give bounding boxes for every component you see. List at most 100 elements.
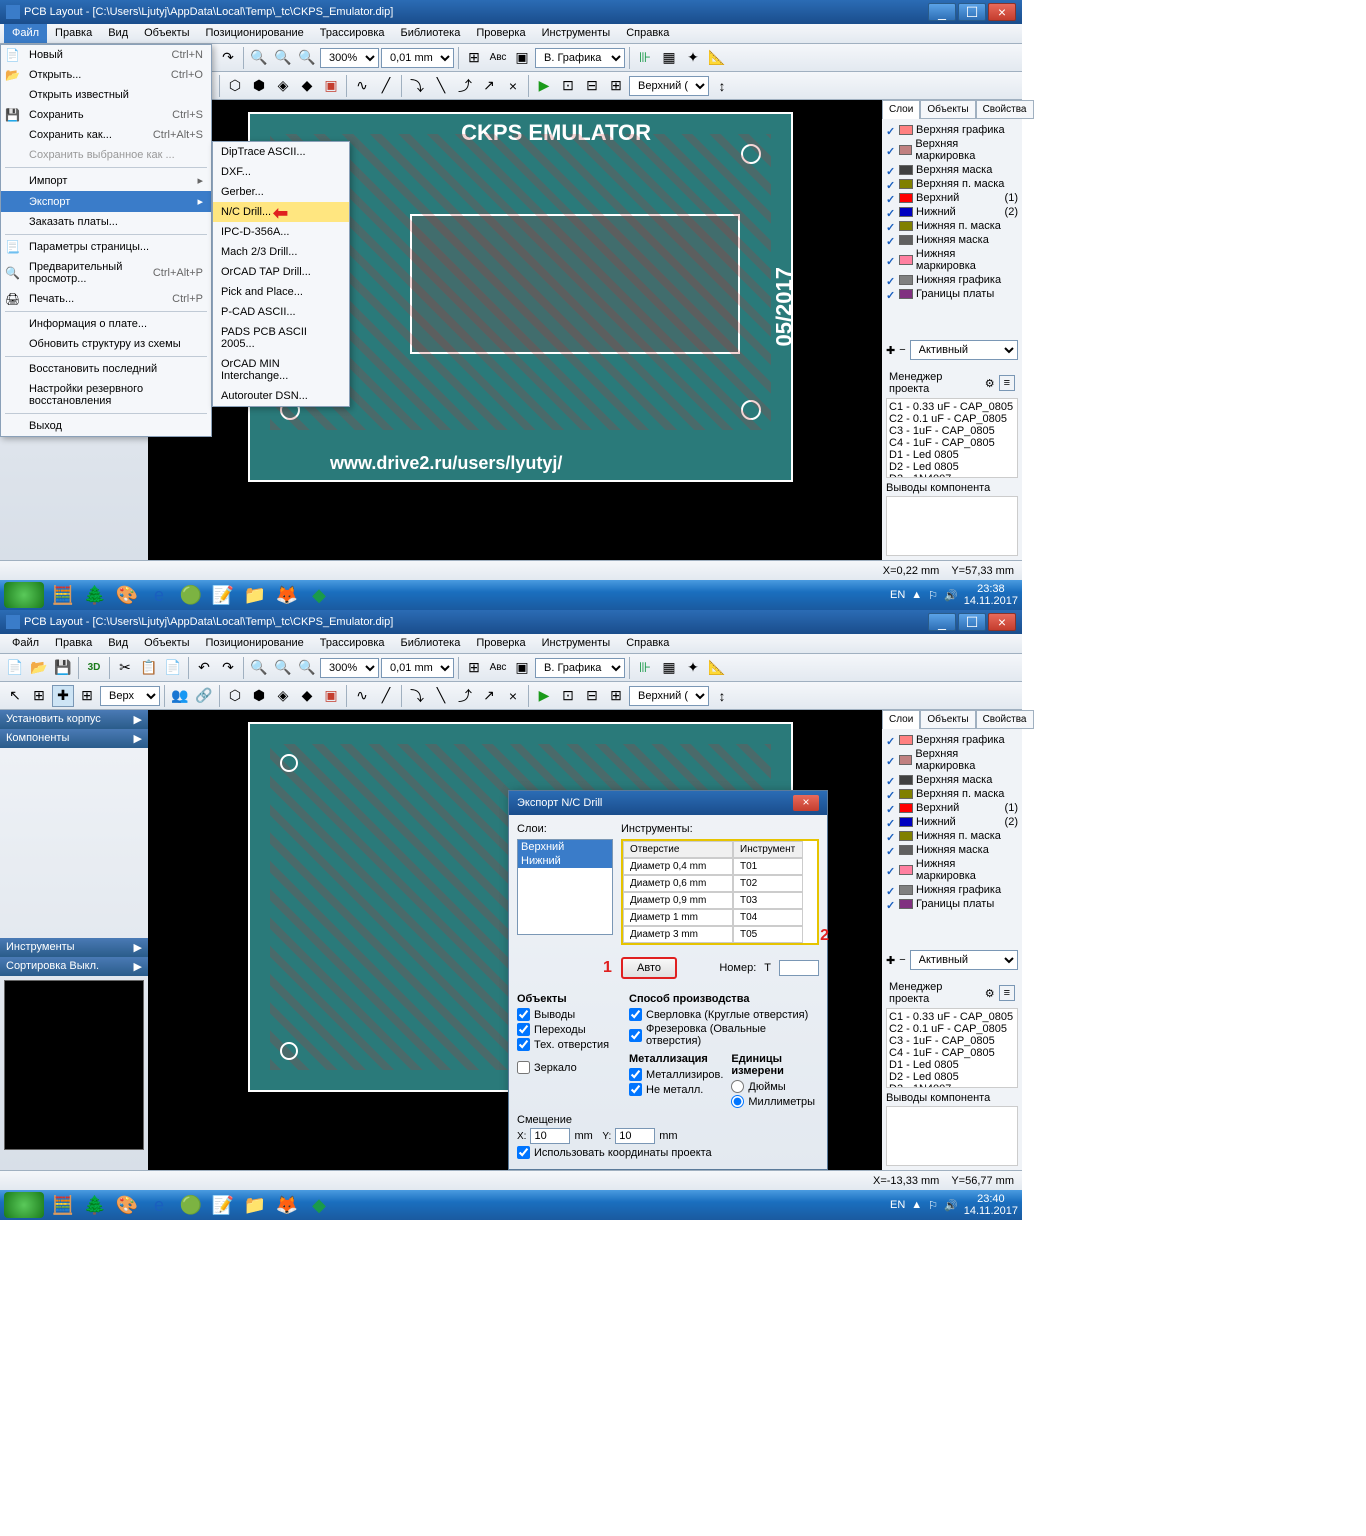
component-list[interactable]: C1 - 0.33 uF - CAP_0805 C2 - 0.1 uF - CA… (886, 1008, 1018, 1088)
layer-item[interactable]: Верхняя маска (916, 774, 992, 786)
tool-icon[interactable]: ✦ (682, 47, 704, 69)
menu-item-preview[interactable]: 🔍Предварительный просмотр...Ctrl+Alt+P (1, 257, 211, 289)
taskbar-icon[interactable]: 🎨 (114, 582, 140, 608)
taskbar-icon[interactable]: 🌲 (82, 1192, 108, 1218)
menu-help[interactable]: Справка (618, 634, 677, 653)
menu-file[interactable]: Файл (4, 24, 47, 43)
menu-item-restore[interactable]: Восстановить последний (1, 359, 211, 379)
layer-item[interactable]: Нижний (916, 816, 956, 828)
submenu-mach[interactable]: Mach 2/3 Drill... (213, 242, 349, 262)
tool-icon[interactable]: ∿ (351, 685, 373, 707)
tool-icon[interactable]: ↕ (711, 75, 733, 97)
tool-icon[interactable]: ⊞ (76, 685, 98, 707)
grid-select[interactable]: 0,01 mm (381, 658, 454, 678)
sidebar-sort[interactable]: Сортировка Выкл.▶ (0, 957, 148, 976)
clock-time[interactable]: 23:40 (964, 1193, 1018, 1205)
tray-icon[interactable]: ▲ (911, 1199, 922, 1211)
taskbar-icon[interactable]: 🟢 (178, 1192, 204, 1218)
grid-select[interactable]: 0,01 mm (381, 48, 454, 68)
layer-icon[interactable]: ▣ (511, 47, 533, 69)
tool-icon[interactable]: ⊡ (557, 75, 579, 97)
tool-icon[interactable]: ▦ (658, 657, 680, 679)
submenu-diptrace[interactable]: DipTrace ASCII... (213, 142, 349, 162)
paste-icon[interactable]: 📄 (162, 657, 184, 679)
layer-item[interactable]: Нижняя маркировка (916, 858, 1018, 882)
sidebar-tools[interactable]: Инструменты▶ (0, 938, 148, 957)
tray-icon[interactable]: 🔊 (944, 1199, 958, 1212)
menu-item-order[interactable]: Заказать платы... (1, 212, 211, 232)
tool-icon[interactable]: ↕ (711, 685, 733, 707)
cut-icon[interactable]: ✂ (114, 657, 136, 679)
tool-icon[interactable]: × (502, 685, 524, 707)
menu-item-save[interactable]: 💾СохранитьCtrl+S (1, 105, 211, 125)
tool-icon[interactable]: ◆ (296, 75, 318, 97)
zoomin-icon[interactable]: 🔍 (272, 657, 294, 679)
submenu-pcad[interactable]: P-CAD ASCII... (213, 302, 349, 322)
tool-icon[interactable]: ⤴ (454, 685, 476, 707)
layer-item[interactable]: Верхняя маркировка (915, 748, 1018, 772)
tab-objects[interactable]: Объекты (920, 100, 975, 119)
zoomfit-icon[interactable]: 🔍 (296, 47, 318, 69)
chk-vias[interactable] (517, 1023, 530, 1036)
layer-item[interactable]: Нижняя маска (916, 844, 989, 856)
zoomin-icon[interactable]: 🔍 (272, 47, 294, 69)
auto-button[interactable]: Авто (621, 957, 677, 979)
tool-icon[interactable]: ⬢ (248, 75, 270, 97)
taskbar-icon[interactable]: ◆ (306, 1192, 332, 1218)
view3d-icon[interactable]: 3D (83, 657, 105, 679)
save-icon[interactable]: 💾 (52, 657, 74, 679)
menu-tools[interactable]: Инструменты (534, 24, 619, 43)
submenu-gerber[interactable]: Gerber... (213, 182, 349, 202)
chk-pins[interactable] (517, 1008, 530, 1021)
pm-icon[interactable]: ≡ (999, 985, 1015, 1001)
menu-help[interactable]: Справка (618, 24, 677, 43)
chk-tech[interactable] (517, 1038, 530, 1051)
start-button[interactable] (4, 582, 44, 608)
sidebar-install[interactable]: Установить корпус▶ (0, 710, 148, 729)
menu-item-update[interactable]: Обновить структуру из схемы (1, 334, 211, 354)
menu-library[interactable]: Библиотека (393, 634, 469, 653)
layer-item[interactable]: Нижняя п. маска (916, 830, 1001, 842)
mode-select[interactable]: Активный (910, 950, 1018, 970)
menu-item-board-info[interactable]: Информация о плате... (1, 314, 211, 334)
tool-icon[interactable]: ◆ (296, 685, 318, 707)
number-input[interactable] (779, 960, 819, 976)
tool-icon[interactable]: ∿ (351, 75, 373, 97)
tool-icon[interactable]: ↗ (478, 685, 500, 707)
tab-objects[interactable]: Объекты (920, 710, 975, 729)
tool-icon[interactable]: ╱ (375, 75, 397, 97)
redo-icon[interactable]: ↷ (217, 657, 239, 679)
layer-select[interactable]: Верхний (1) (629, 686, 709, 706)
copy-icon[interactable]: 📋 (138, 657, 160, 679)
tool-icon[interactable]: ⊪ (634, 657, 656, 679)
layer-item[interactable]: Нижняя графика (916, 274, 1001, 286)
menu-tools[interactable]: Инструменты (534, 634, 619, 653)
chk-mill[interactable] (629, 1029, 642, 1042)
submenu-pads[interactable]: PADS PCB ASCII 2005... (213, 322, 349, 354)
gear-icon[interactable]: ⚙ (985, 987, 995, 1000)
layer-item[interactable]: Верхняя графика (916, 124, 1005, 136)
layer-item[interactable]: Верхняя п. маска (916, 788, 1004, 800)
tool-icon[interactable]: ▦ (658, 47, 680, 69)
menu-objects[interactable]: Объекты (136, 24, 197, 43)
tool-icon[interactable]: ⊟ (581, 75, 603, 97)
tool-icon[interactable]: ⬡ (224, 685, 246, 707)
tool-icon[interactable]: ⬡ (224, 75, 246, 97)
submenu-ncdrill[interactable]: N/C Drill... ⬅ (213, 202, 349, 222)
menu-item-print[interactable]: 🖨Печать...Ctrl+P (1, 289, 211, 309)
remove-icon[interactable]: − (899, 344, 905, 356)
lang-indicator[interactable]: EN (890, 589, 905, 601)
tray-icon[interactable]: 🔊 (944, 589, 958, 602)
tool-icon[interactable]: ✚ (52, 685, 74, 707)
mode-select[interactable]: Активный (910, 340, 1018, 360)
add-icon[interactable]: ✚ (886, 344, 895, 357)
menu-item-backup[interactable]: Настройки резервного восстановления (1, 379, 211, 411)
tool-icon[interactable]: ⊞ (605, 75, 627, 97)
layer-item[interactable]: Нижняя маска (916, 234, 989, 246)
menu-item-saveas[interactable]: Сохранить как...Ctrl+Alt+S (1, 125, 211, 145)
tray-icon[interactable]: ▲ (911, 589, 922, 601)
menu-item-import[interactable]: Импорт▸ (1, 170, 211, 191)
zoom-select[interactable]: 300% (320, 658, 379, 678)
tab-props[interactable]: Свойства (976, 710, 1034, 729)
tool-icon[interactable]: ⤴ (454, 75, 476, 97)
